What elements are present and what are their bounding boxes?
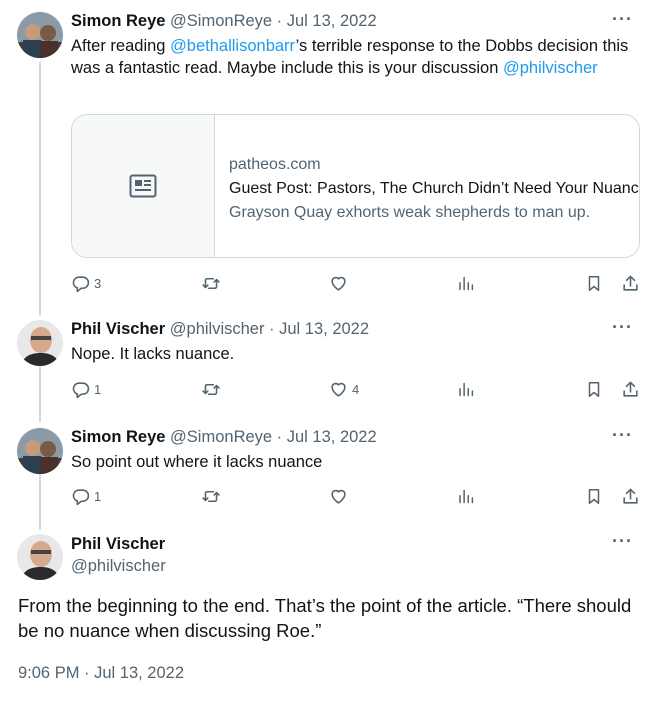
author-meta[interactable]: @SimonReye · Jul 13, 2022	[170, 428, 377, 446]
more-icon[interactable]: ···	[612, 10, 633, 28]
bookmark-button[interactable]	[585, 274, 603, 293]
share-button[interactable]	[621, 274, 640, 293]
avatar[interactable]	[17, 534, 63, 580]
action-bar: 3	[71, 274, 641, 294]
share-button[interactable]	[621, 487, 640, 506]
reply-icon	[72, 276, 90, 293]
reply-count: 3	[94, 276, 102, 291]
share-icon	[623, 488, 638, 504]
retweet-button[interactable]	[201, 274, 225, 293]
more-icon[interactable]: ···	[612, 426, 633, 444]
card-title: Guest Post: Pastors, The Church Didn’t N…	[229, 180, 639, 197]
like-icon	[331, 489, 346, 504]
tweet[interactable]: Phil Vischer @philvischer · Jul 13, 2022…	[0, 318, 657, 408]
card-description: Grayson Quay exhorts weak shepherds to m…	[229, 204, 591, 221]
author-name[interactable]: Simon Reye	[71, 428, 165, 446]
views-icon	[459, 382, 474, 397]
author-meta[interactable]: @SimonReye · Jul 13, 2022	[170, 12, 377, 30]
card-thumbnail	[72, 115, 215, 257]
author-name[interactable]: Phil Vischer	[71, 320, 165, 338]
reply-button[interactable]: 1	[71, 487, 101, 506]
retweet-button[interactable]	[201, 487, 225, 506]
author-handle[interactable]: @philvischer	[71, 555, 166, 577]
link-card[interactable]: patheos.com Guest Post: Pastors, The Chu…	[71, 114, 640, 258]
tweet-header: Simon Reye @SimonReye · Jul 13, 2022	[71, 10, 377, 32]
tweet[interactable]: Simon Reye @SimonReye · Jul 13, 2022 ···…	[0, 10, 657, 300]
retweet-icon	[202, 277, 220, 290]
bookmark-icon	[588, 489, 600, 504]
tweet-text: So point out where it lacks nuance	[71, 453, 323, 471]
views-button[interactable]	[457, 380, 475, 399]
card-body: patheos.com Guest Post: Pastors, The Chu…	[229, 153, 639, 225]
like-count: 4	[352, 382, 360, 397]
share-button[interactable]	[621, 380, 640, 399]
like-icon	[331, 276, 346, 291]
views-icon	[459, 489, 474, 504]
bookmark-button[interactable]	[585, 487, 603, 506]
views-button[interactable]	[457, 487, 475, 506]
avatar[interactable]	[17, 428, 63, 474]
views-button[interactable]	[457, 274, 475, 293]
reply-icon	[72, 489, 90, 506]
reply-icon	[72, 382, 90, 399]
retweet-button[interactable]	[201, 380, 225, 399]
author-name[interactable]: Simon Reye	[71, 12, 165, 30]
author-meta[interactable]: @philvischer · Jul 13, 2022	[170, 320, 369, 338]
share-icon	[623, 275, 638, 291]
main-author: Phil Vischer @philvischer	[71, 533, 166, 577]
tweet-text-part: After reading	[71, 37, 171, 55]
reply-button[interactable]: 3	[71, 274, 101, 293]
bookmark-button[interactable]	[585, 380, 603, 399]
more-icon[interactable]: ···	[612, 318, 633, 336]
mention-link[interactable]: @philvischer	[503, 59, 598, 77]
retweet-icon	[202, 383, 220, 396]
reply-count: 1	[94, 382, 102, 397]
action-bar: 1	[71, 487, 641, 507]
like-button[interactable]	[329, 274, 352, 293]
tweet-text: After reading @bethallisonbarr’s terribl…	[71, 35, 631, 79]
card-domain: patheos.com	[229, 156, 321, 173]
more-icon[interactable]: ···	[612, 532, 633, 550]
reply-count: 1	[94, 489, 102, 504]
tweet[interactable]: Simon Reye @SimonReye · Jul 13, 2022 ···…	[0, 426, 657, 516]
retweet-icon	[202, 490, 220, 503]
avatar[interactable]	[17, 12, 63, 58]
reply-button[interactable]: 1	[71, 380, 101, 399]
main-tweet-timestamp[interactable]: 9:06 PM · Jul 13, 2022	[18, 662, 184, 684]
like-button[interactable]: 4	[329, 380, 359, 399]
avatar[interactable]	[17, 320, 63, 366]
news-article-icon	[129, 174, 157, 198]
author-name[interactable]: Phil Vischer	[71, 533, 166, 555]
action-bar: 1 4	[71, 380, 641, 400]
tweet-header: Simon Reye @SimonReye · Jul 13, 2022	[71, 426, 377, 448]
views-icon	[459, 276, 474, 291]
bookmark-icon	[588, 382, 600, 397]
like-icon	[331, 382, 346, 397]
like-button[interactable]	[329, 487, 352, 506]
mention-link[interactable]: @bethallisonbarr	[170, 37, 296, 55]
bookmark-icon	[588, 276, 600, 291]
tweet-text: Nope. It lacks nuance.	[71, 345, 235, 363]
share-icon	[623, 381, 638, 397]
tweet-header: Phil Vischer @philvischer · Jul 13, 2022	[71, 318, 369, 340]
main-tweet-text: From the beginning to the end. That’s th…	[18, 595, 632, 641]
